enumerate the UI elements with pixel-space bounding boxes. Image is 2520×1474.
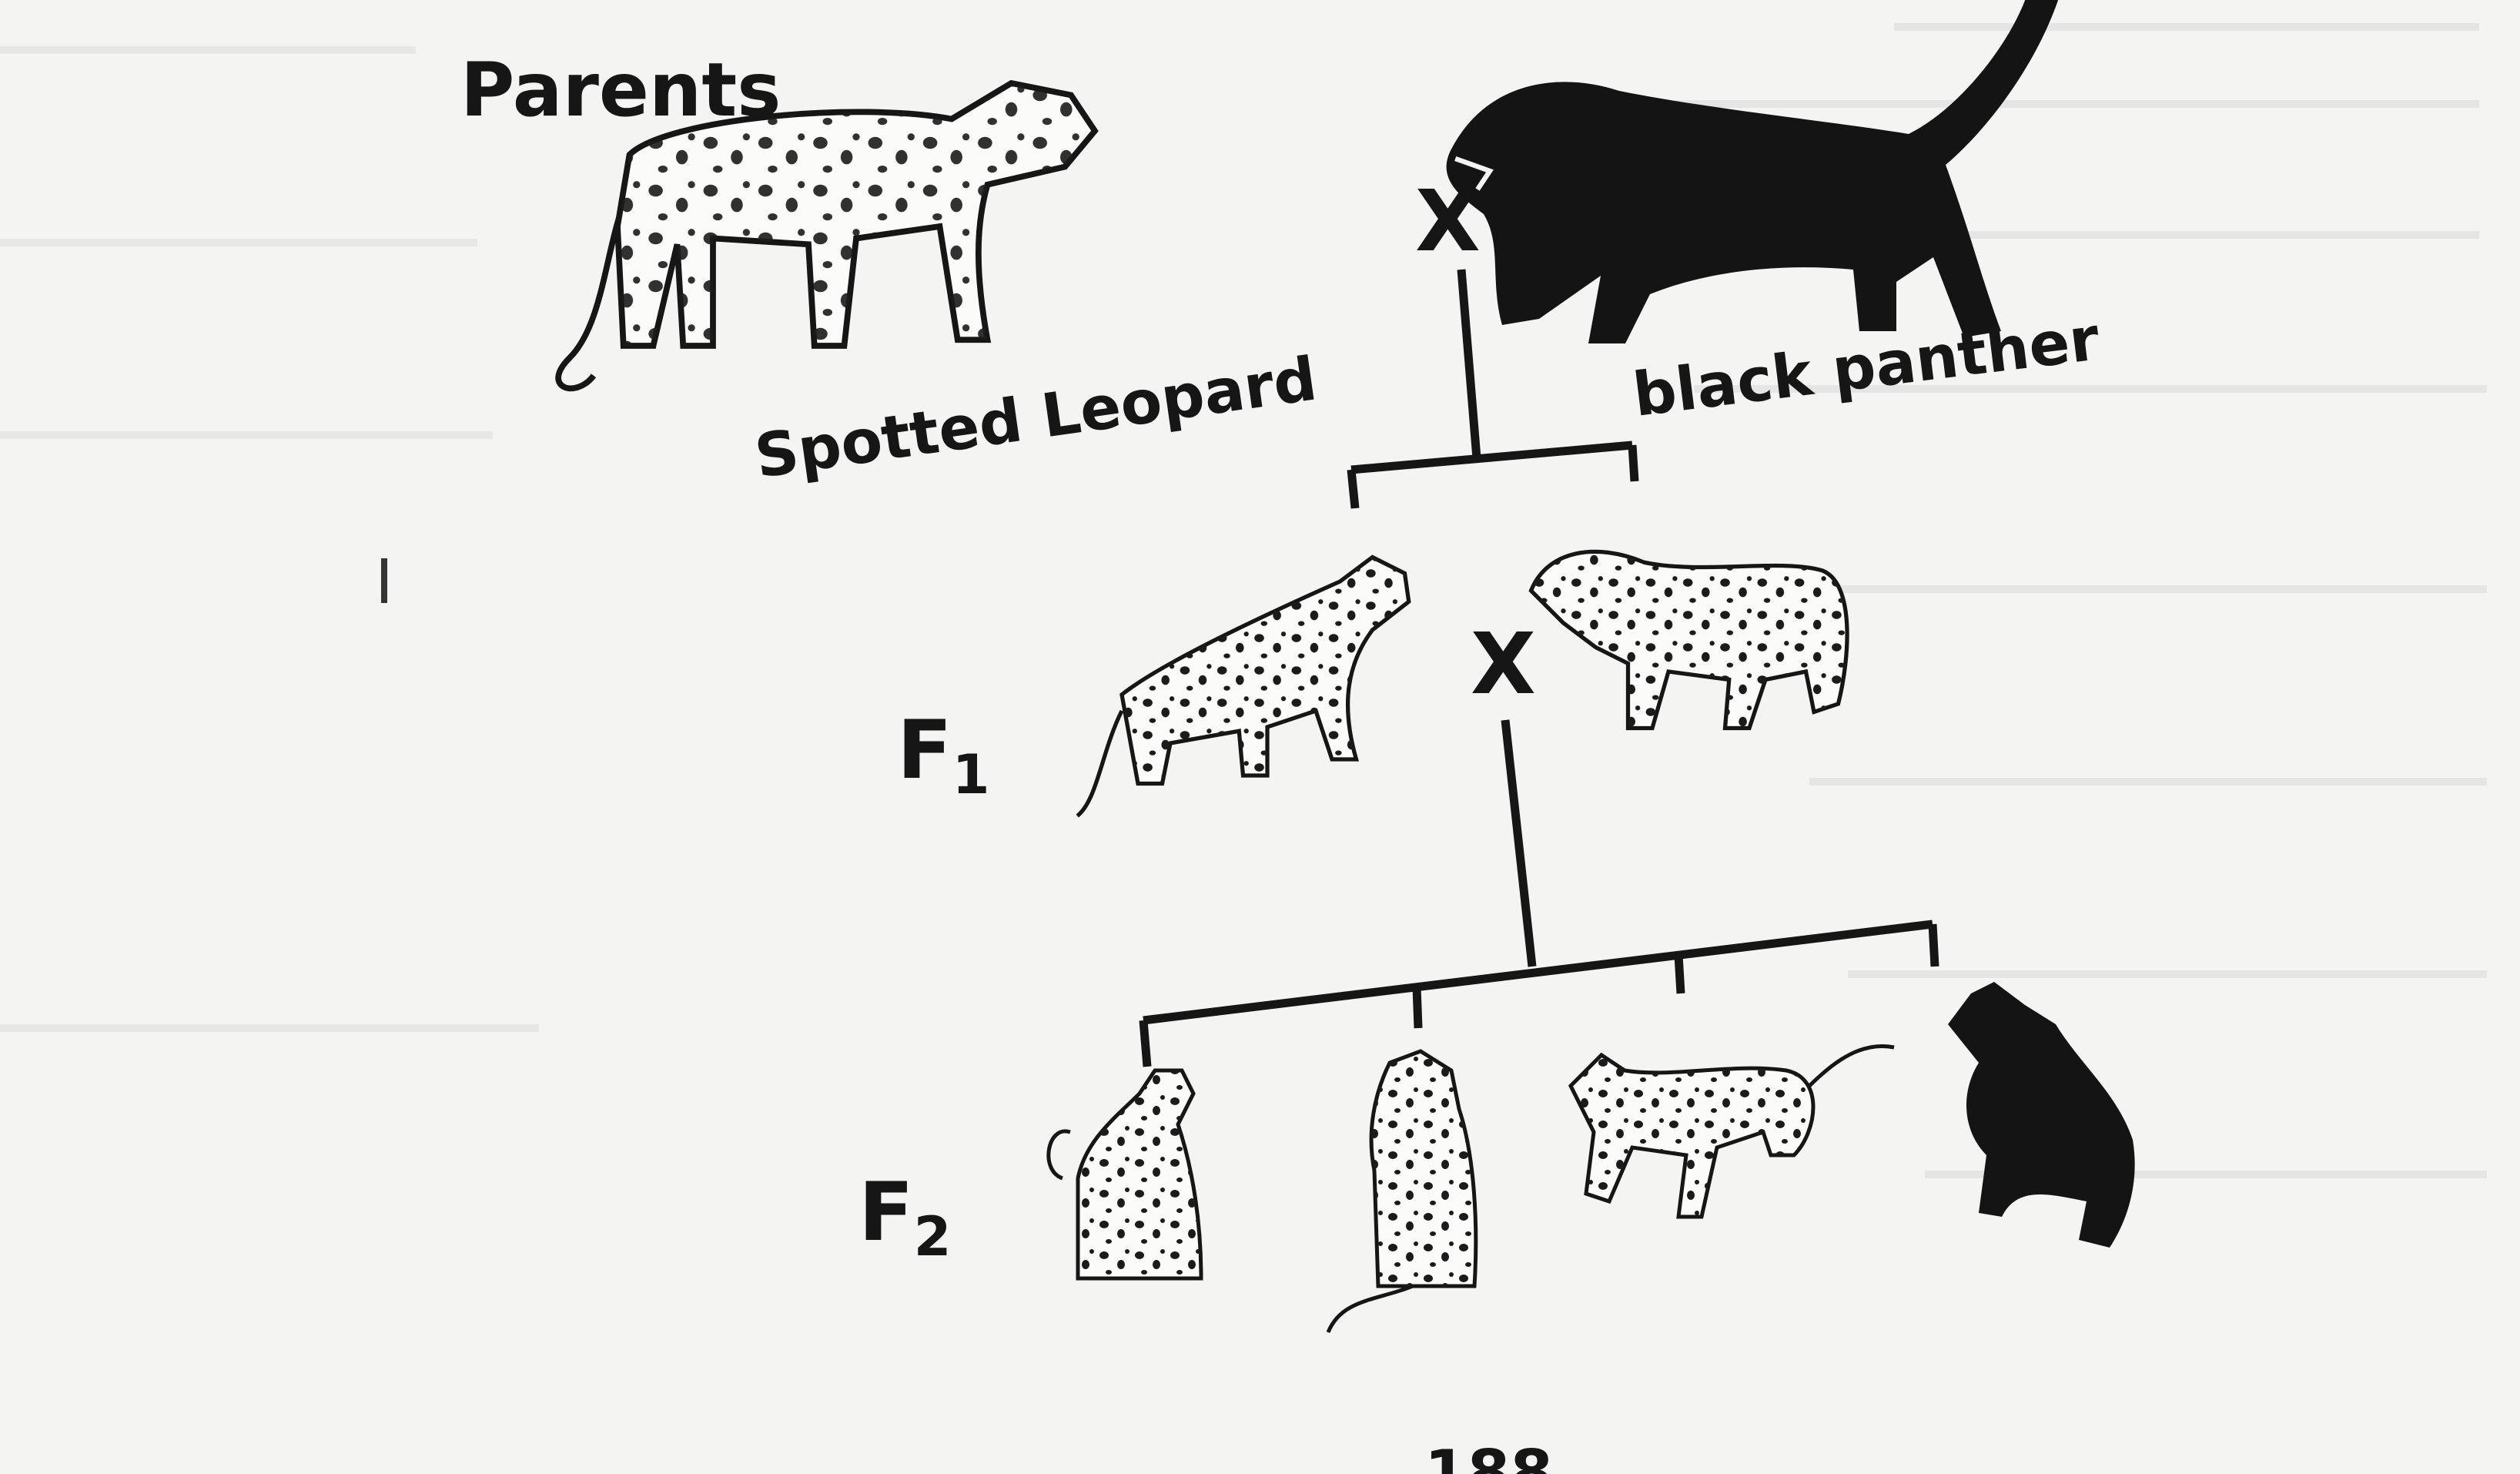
f2-offspring-1 xyxy=(1046,1068,1203,1281)
genetics-cross-diagram: Parents Spotted Leopard X black panther … xyxy=(0,0,2520,1474)
f1-offspring-1 xyxy=(1076,554,1411,818)
stray-mark xyxy=(381,558,387,603)
f1-cross-symbol: X xyxy=(1471,615,1536,713)
f1-label: F1 xyxy=(897,703,989,806)
spotted-leopard-label: Spotted Leopard xyxy=(751,344,1320,491)
f2-label: F2 xyxy=(858,1165,951,1268)
parents-cross-connector xyxy=(1347,269,1639,509)
f2-offspring-2 xyxy=(1326,1049,1478,1333)
page-number: 188 xyxy=(1424,1437,1553,1474)
